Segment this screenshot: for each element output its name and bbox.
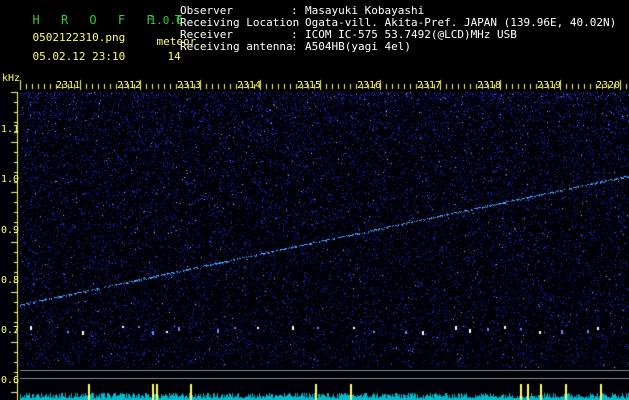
frequency-unit-label: kHz <box>2 73 21 84</box>
frequency-tick-label: 1.1 <box>1 124 20 135</box>
time-tick-label: 2311 <box>56 80 81 91</box>
frequency-tick-label: 0.8 <box>1 275 20 286</box>
time-tick-label: 2318 <box>477 80 502 91</box>
time-tick-label: 2314 <box>237 80 262 91</box>
time-tick-label: 2315 <box>297 80 322 91</box>
station-key: Receiving antenna <box>180 40 293 53</box>
meteor-count: 14 <box>167 50 181 63</box>
time-tick-label: 2312 <box>117 80 142 91</box>
station-info: Observer : Masayuki Kobayashi Receiving … <box>180 5 616 53</box>
time-tick-label: 2316 <box>357 80 382 91</box>
spectrogram-canvas <box>0 78 629 400</box>
frequency-tick-label: 0.9 <box>1 225 20 236</box>
station-value: A504HB(yagi 4el) <box>305 40 411 53</box>
time-tick-label: 2313 <box>177 80 202 91</box>
frequency-tick-label: 0.7 <box>1 325 20 336</box>
time-tick-label: 2317 <box>417 80 442 91</box>
station-row: Receiving antenna : A504HB(yagi 4el) <box>180 41 616 53</box>
time-tick-label: 2319 <box>537 80 562 91</box>
frequency-tick-label: 1.0 <box>1 174 20 185</box>
time-tick-label: 2320 <box>596 80 621 91</box>
file-timestamp: 05.02.12 23:10 <box>32 50 126 63</box>
station-separator: : <box>291 40 298 53</box>
frequency-tick-label: 0.6 <box>1 375 20 386</box>
